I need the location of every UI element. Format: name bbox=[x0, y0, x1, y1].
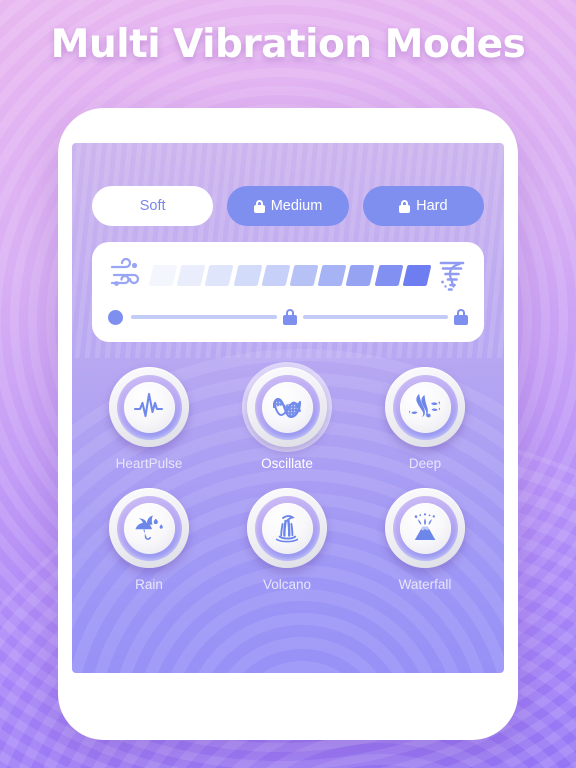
wind-icon bbox=[108, 257, 144, 292]
volcano-erupting-icon bbox=[414, 513, 436, 540]
mode-label: Deep bbox=[408, 456, 442, 471]
level-chip-medium[interactable]: Medium bbox=[227, 186, 349, 226]
intensity-bar bbox=[289, 264, 319, 286]
mode-label: Rain bbox=[135, 577, 163, 592]
intensity-bar bbox=[374, 264, 404, 286]
umbrella-rain-icon bbox=[135, 515, 163, 540]
lock-icon bbox=[253, 199, 265, 213]
level-chip-medium-label: Medium bbox=[270, 198, 323, 214]
mode-knob-ring bbox=[116, 495, 182, 561]
heart-pulse-icon bbox=[133, 392, 164, 418]
level-chip-hard[interactable]: Hard bbox=[362, 186, 484, 226]
mode-deep[interactable]: Deep bbox=[356, 367, 494, 471]
intensity-bars-row bbox=[108, 250, 468, 300]
tornado-icon bbox=[436, 258, 468, 292]
intensity-bar bbox=[176, 264, 206, 286]
waterfall-icon bbox=[275, 515, 299, 543]
intensity-bar bbox=[317, 264, 347, 286]
intensity-bar bbox=[204, 264, 235, 286]
phone-frame: Soft Medium Hard HeartPulse Oscillate De… bbox=[58, 108, 518, 740]
mode-knob-face bbox=[123, 502, 175, 554]
intensity-bar-meter[interactable] bbox=[148, 264, 432, 286]
vibration-mode-grid: HeartPulse Oscillate Deep Rain Volcano W… bbox=[80, 367, 496, 609]
mode-knob-ring bbox=[116, 374, 182, 440]
lock-icon bbox=[399, 199, 411, 213]
mode-knob bbox=[247, 367, 327, 447]
slider-track-segment-2[interactable] bbox=[302, 315, 448, 319]
app-screen: Soft Medium Hard HeartPulse Oscillate De… bbox=[72, 143, 504, 673]
promo-screenshot: Multi Vibration Modes Soft Medium Hard H… bbox=[0, 0, 576, 768]
oscillate-wave-icon bbox=[273, 398, 301, 419]
level-chip-soft[interactable]: Soft bbox=[92, 186, 214, 226]
mode-knob bbox=[109, 367, 189, 447]
intensity-bar bbox=[148, 264, 178, 286]
mode-waterfall[interactable]: Waterfall bbox=[356, 488, 494, 592]
mode-knob-ring bbox=[254, 374, 320, 440]
intensity-bar bbox=[402, 264, 432, 286]
mode-knob-face bbox=[399, 381, 451, 433]
slider-track-segment-1[interactable] bbox=[131, 315, 277, 319]
lock-icon[interactable] bbox=[282, 309, 297, 325]
intensity-bar bbox=[345, 264, 376, 286]
mode-rain[interactable]: Rain bbox=[80, 488, 218, 592]
mode-knob bbox=[385, 367, 465, 447]
mode-knob bbox=[247, 488, 327, 568]
mode-knob-face bbox=[123, 381, 175, 433]
diver-fish-icon bbox=[409, 394, 440, 418]
page-title: Multi Vibration Modes bbox=[50, 22, 526, 67]
intensity-slider[interactable] bbox=[108, 300, 468, 334]
mode-label: Oscillate bbox=[261, 456, 313, 471]
mode-label: HeartPulse bbox=[115, 456, 183, 471]
mode-knob-ring bbox=[392, 495, 458, 561]
mode-knob-face bbox=[261, 502, 313, 554]
mode-volcano[interactable]: Volcano bbox=[218, 488, 356, 592]
level-chip-hard-label: Hard bbox=[416, 198, 448, 214]
lock-icon[interactable] bbox=[454, 309, 468, 325]
mode-label: Waterfall bbox=[398, 577, 452, 592]
mode-knob-face bbox=[399, 502, 451, 554]
mode-knob-ring bbox=[392, 374, 458, 440]
mode-heartpulse[interactable]: HeartPulse bbox=[80, 367, 218, 471]
intensity-level-tabs: Soft Medium Hard bbox=[92, 186, 484, 226]
mode-knob-ring bbox=[254, 495, 320, 561]
intensity-bar bbox=[233, 264, 263, 286]
mode-knob-face bbox=[261, 381, 313, 433]
intensity-card bbox=[92, 242, 484, 342]
intensity-bar bbox=[261, 264, 291, 286]
mode-knob bbox=[385, 488, 465, 568]
slider-knob[interactable] bbox=[108, 309, 123, 325]
mode-knob bbox=[109, 488, 189, 568]
level-chip-soft-label: Soft bbox=[139, 198, 166, 214]
mode-oscillate[interactable]: Oscillate bbox=[218, 367, 356, 471]
mode-label: Volcano bbox=[262, 577, 312, 592]
